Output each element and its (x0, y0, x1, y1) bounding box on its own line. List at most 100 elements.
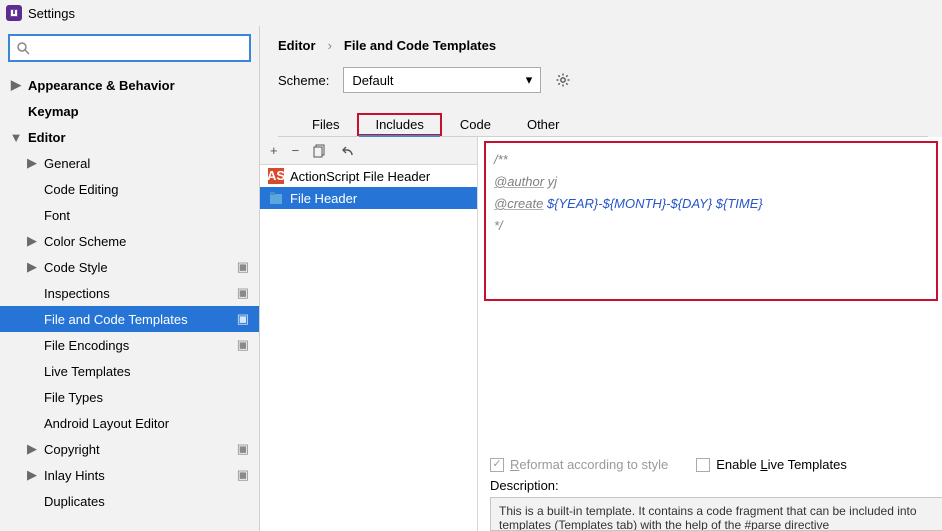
scheme-label: Scheme: (278, 73, 329, 88)
scope-icon: ▣ (237, 285, 249, 301)
svg-text:AS: AS (268, 168, 284, 183)
scheme-select[interactable]: Default ▾ (343, 67, 541, 93)
template-item-label: ActionScript File Header (290, 169, 430, 184)
chevron-down-icon: ▾ (526, 72, 533, 88)
tab-includes[interactable]: Includes (357, 113, 441, 136)
sidebar-item-code-style[interactable]: ▶ Code Style ▣ (0, 254, 259, 280)
scope-icon: ▣ (237, 337, 249, 353)
sidebar-item-label: Keymap (28, 104, 79, 119)
sidebar-item-label: Editor (28, 130, 66, 145)
sidebar-item-label: File Encodings (44, 338, 129, 353)
tab-code[interactable]: Code (442, 113, 509, 136)
scheme-value: Default (352, 73, 393, 88)
undo-icon[interactable] (341, 144, 355, 158)
sidebar-item-label: Code Style (44, 260, 108, 275)
chevron-right-icon: ▶ (26, 233, 38, 249)
sidebar-item-font[interactable]: Font (0, 202, 259, 228)
chevron-right-icon: ▶ (26, 441, 38, 457)
breadcrumb-leaf: File and Code Templates (344, 38, 496, 53)
sidebar-item-label: Code Editing (44, 182, 118, 197)
chevron-right-icon: ▶ (26, 259, 38, 275)
editor-options-row: Reformat according to style Enable Live … (478, 447, 942, 478)
tab-other[interactable]: Other (509, 113, 578, 136)
sidebar-item-label: Font (44, 208, 70, 223)
template-toolbar: + − (260, 137, 477, 165)
sidebar-item-duplicates[interactable]: Duplicates (0, 488, 259, 514)
gear-icon[interactable] (555, 72, 571, 88)
sidebar-item-inlay-hints[interactable]: ▶ Inlay Hints ▣ (0, 462, 259, 488)
sidebar-item-editor[interactable]: ▼ Editor (0, 124, 259, 150)
chevron-right-icon: ▶ (10, 77, 22, 93)
sidebar-item-general[interactable]: ▶ General (0, 150, 259, 176)
settings-tree[interactable]: ▶ Appearance & Behavior Keymap ▼ Editor … (0, 70, 259, 531)
template-code-editor[interactable]: /** @author yj @create ${YEAR}-${MONTH}-… (484, 141, 938, 301)
description-text: This is a built-in template. It contains… (490, 497, 942, 531)
main-panel: Editor › File and Code Templates Scheme:… (260, 26, 942, 531)
checkbox-icon (490, 458, 504, 472)
sidebar-item-label: Inspections (44, 286, 110, 301)
sidebar-item-appearance-behavior[interactable]: ▶ Appearance & Behavior (0, 72, 259, 98)
template-item-file-header[interactable]: File Header (260, 187, 477, 209)
settings-sidebar: ▶ Appearance & Behavior Keymap ▼ Editor … (0, 26, 260, 531)
sidebar-item-file-types[interactable]: File Types (0, 384, 259, 410)
sidebar-item-label: Duplicates (44, 494, 105, 509)
enable-live-templates-checkbox[interactable]: Enable Live Templates (696, 457, 847, 472)
sidebar-item-inspections[interactable]: Inspections ▣ (0, 280, 259, 306)
template-item-actionscript-file-header[interactable]: AS ActionScript File Header (260, 165, 477, 187)
chevron-right-icon: ▶ (26, 467, 38, 483)
sidebar-item-live-templates[interactable]: Live Templates (0, 358, 259, 384)
title-bar: Settings (0, 0, 942, 26)
app-icon (6, 5, 22, 21)
template-tabs: Files Includes Code Other (278, 109, 928, 137)
tab-label: Code (460, 117, 491, 132)
chevron-right-icon: › (328, 38, 332, 53)
sidebar-item-label: Color Scheme (44, 234, 126, 249)
sidebar-item-copyright[interactable]: ▶ Copyright ▣ (0, 436, 259, 462)
template-editor-panel: /** @author yj @create ${YEAR}-${MONTH}-… (478, 137, 942, 531)
tab-label: Files (312, 117, 339, 132)
chevron-right-icon: ▶ (26, 155, 38, 171)
template-area: + − AS ActionScript File Header (260, 137, 942, 531)
add-button[interactable]: + (270, 143, 278, 158)
scope-icon: ▣ (237, 467, 249, 483)
sidebar-item-label: Android Layout Editor (44, 416, 169, 431)
template-list-panel: + − AS ActionScript File Header (260, 137, 478, 531)
breadcrumb: Editor › File and Code Templates (278, 38, 928, 67)
scheme-row: Scheme: Default ▾ (278, 67, 928, 109)
template-item-label: File Header (290, 191, 357, 206)
description-label: Description: (478, 478, 942, 497)
sidebar-item-label: File and Code Templates (44, 312, 188, 327)
search-icon (16, 41, 30, 55)
remove-button[interactable]: − (292, 143, 300, 158)
sidebar-item-label: Copyright (44, 442, 100, 457)
file-icon (268, 190, 284, 206)
sidebar-item-keymap[interactable]: Keymap (0, 98, 259, 124)
tab-label: Includes (375, 117, 423, 132)
sidebar-item-file-and-code-templates[interactable]: File and Code Templates ▣ (0, 306, 259, 332)
window-title: Settings (28, 6, 75, 21)
sidebar-item-label: Live Templates (44, 364, 130, 379)
scope-icon: ▣ (237, 311, 249, 327)
sidebar-item-label: Inlay Hints (44, 468, 105, 483)
breadcrumb-root[interactable]: Editor (278, 38, 316, 53)
sidebar-item-label: Appearance & Behavior (28, 78, 175, 93)
sidebar-item-color-scheme[interactable]: ▶ Color Scheme (0, 228, 259, 254)
search-input[interactable] (34, 41, 243, 56)
copy-icon[interactable] (313, 144, 327, 158)
sidebar-item-file-encodings[interactable]: File Encodings ▣ (0, 332, 259, 358)
search-input-wrap[interactable] (8, 34, 251, 62)
content: ▶ Appearance & Behavior Keymap ▼ Editor … (0, 26, 942, 531)
tab-label: Other (527, 117, 560, 132)
sidebar-item-label: File Types (44, 390, 103, 405)
reformat-checkbox: Reformat according to style (490, 457, 668, 472)
tab-files[interactable]: Files (294, 113, 357, 136)
sidebar-item-label: General (44, 156, 90, 171)
scope-icon: ▣ (237, 259, 249, 275)
chevron-down-icon: ▼ (10, 130, 22, 145)
sidebar-item-code-editing[interactable]: Code Editing (0, 176, 259, 202)
actionscript-icon: AS (268, 168, 284, 184)
template-list[interactable]: AS ActionScript File Header File Header (260, 165, 477, 531)
scope-icon: ▣ (237, 441, 249, 457)
sidebar-item-android-layout-editor[interactable]: Android Layout Editor (0, 410, 259, 436)
checkbox-icon (696, 458, 710, 472)
